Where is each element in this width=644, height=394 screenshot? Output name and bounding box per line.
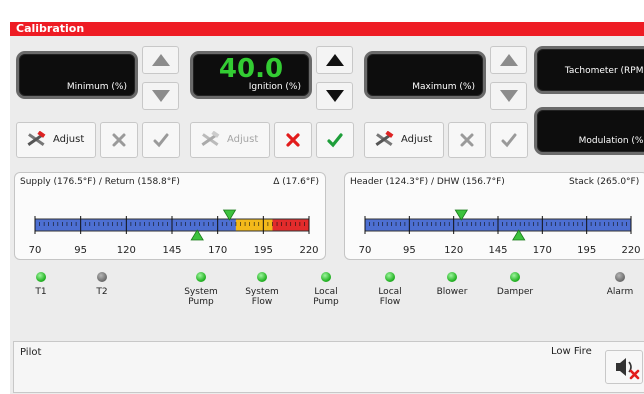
tick-label: 145 [162, 245, 181, 256]
check-icon [327, 133, 343, 148]
supply-return-gauge-panel: Supply (176.5°F) / Return (158.8°F) Δ (1… [14, 172, 326, 260]
indicator-label: System Flow [245, 287, 279, 307]
minimum-label: Minimum (%) [66, 82, 127, 92]
tick-label: 120 [117, 245, 136, 256]
tick-label: 95 [74, 245, 87, 256]
supply-return-scale: 70 95 120 145 170 195 220 [29, 209, 319, 256]
tick-label: 170 [208, 245, 227, 256]
triangle-up-icon [152, 54, 170, 66]
header-dhw-scale: 70 95 120 145 170 195 220 [359, 209, 641, 256]
maximum-label: Maximum (%) [412, 82, 475, 92]
ignition-cancel-button[interactable] [274, 122, 312, 158]
indicator-led [196, 272, 206, 282]
mute-alarm-button[interactable] [605, 350, 643, 384]
tachometer-display: Tachometer (RPM) [534, 46, 644, 94]
tick-label: 70 [29, 245, 42, 256]
pilot-status: Pilot [20, 347, 42, 358]
minimum-display: Minimum (%) [16, 51, 138, 99]
tick-label: 195 [254, 245, 273, 256]
close-icon [460, 133, 474, 147]
ignition-value: 40.0 [218, 54, 284, 84]
modulation-label: Modulation (%) [578, 136, 644, 146]
indicator-label: System Pump [184, 287, 218, 307]
close-icon [286, 133, 300, 147]
tools-icon [201, 131, 220, 146]
triangle-up-icon [500, 54, 518, 66]
indicator-led [447, 272, 457, 282]
ignition-increase-button[interactable] [316, 46, 353, 74]
title-bar: Calibration [10, 22, 644, 36]
triangle-down-icon [326, 90, 344, 102]
indicator-label: Damper [496, 287, 534, 297]
triangle-down-icon [152, 90, 170, 102]
modulation-display: Modulation (%) [534, 107, 644, 155]
triangle-down-icon [500, 90, 518, 102]
ignition-decrease-button[interactable] [316, 82, 353, 110]
fire-status: Low Fire [551, 346, 592, 357]
minimum-decrease-button[interactable] [142, 82, 179, 110]
ignition-confirm-button[interactable] [316, 122, 354, 158]
calibration-screen: Calibration Minimum (%) 40.0 Ignition (%… [10, 22, 644, 394]
tick-label: 145 [488, 245, 507, 256]
tools-icon [27, 131, 46, 146]
maximum-cancel-button[interactable] [448, 122, 486, 158]
indicator-label: Blower [436, 287, 468, 297]
check-icon [153, 133, 169, 148]
maximum-adjust-button[interactable]: Adjust [364, 122, 444, 158]
indicator-led [321, 272, 331, 282]
status-panel: Pilot Low Fire [13, 341, 644, 393]
minimum-cancel-button[interactable] [100, 122, 138, 158]
indicator-label: Local Flow [378, 287, 402, 307]
indicator-label: Alarm [606, 287, 634, 297]
indicator-led [36, 272, 46, 282]
triangle-up-icon [326, 54, 344, 66]
indicator-led [510, 272, 520, 282]
indicator-led [385, 272, 395, 282]
header-dhw-gauge-panel: Header (124.3°F) / DHW (156.7°F) Stack (… [344, 172, 644, 260]
tick-label: 220 [299, 245, 318, 256]
tick-label: 195 [577, 245, 596, 256]
window-title: Calibration [16, 22, 85, 35]
adjust-label: Adjust [401, 134, 433, 145]
indicator-label: T1 [35, 287, 47, 297]
indicator-led [97, 272, 107, 282]
tick-label: 220 [621, 245, 640, 256]
tachometer-label: Tachometer (RPM) [564, 66, 644, 76]
minimum-confirm-button[interactable] [142, 122, 180, 158]
close-icon [112, 133, 126, 147]
ignition-adjust-button[interactable]: Adjust [190, 122, 270, 158]
tick-label: 120 [444, 245, 463, 256]
minimum-adjust-button[interactable]: Adjust [16, 122, 96, 158]
tools-icon [375, 131, 394, 146]
tick-label: 70 [359, 245, 372, 256]
speaker-mute-icon [616, 358, 640, 380]
maximum-display: Maximum (%) [364, 51, 486, 99]
ignition-label: Ignition (%) [248, 82, 301, 92]
adjust-label: Adjust [227, 134, 259, 145]
maximum-decrease-button[interactable] [490, 82, 527, 110]
indicator-led [257, 272, 267, 282]
adjust-label: Adjust [53, 134, 85, 145]
indicator-led [615, 272, 625, 282]
maximum-increase-button[interactable] [490, 46, 527, 74]
minimum-increase-button[interactable] [142, 46, 179, 74]
check-icon [501, 133, 517, 148]
maximum-confirm-button[interactable] [490, 122, 528, 158]
indicator-label: Local Pump [313, 287, 339, 307]
tick-label: 170 [533, 245, 552, 256]
indicator-label: T2 [96, 287, 108, 297]
tick-label: 95 [403, 245, 416, 256]
ignition-display: 40.0 Ignition (%) [190, 51, 312, 99]
